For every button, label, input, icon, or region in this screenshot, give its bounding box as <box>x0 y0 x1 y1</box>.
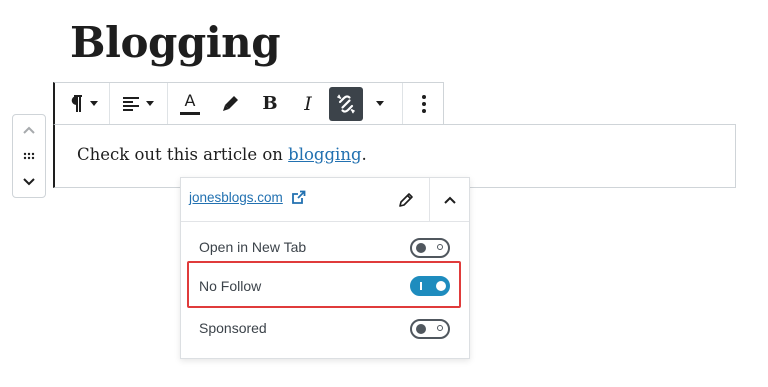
unlink-icon <box>337 94 355 113</box>
toggle-knob <box>416 243 426 253</box>
open-in-new-tab-toggle[interactable] <box>410 238 450 258</box>
more-vertical-icon <box>422 94 426 113</box>
external-link-icon[interactable] <box>291 190 306 205</box>
paragraph-icon <box>71 94 82 112</box>
block-options-button[interactable] <box>407 83 441 124</box>
chevron-up-icon <box>444 196 456 204</box>
paragraph-link[interactable]: blogging <box>288 145 361 164</box>
move-down-button[interactable] <box>13 169 45 195</box>
toggle-off-indicator <box>437 244 443 250</box>
highlight-button[interactable] <box>213 83 247 124</box>
no-follow-highlight-box <box>187 261 461 308</box>
drag-handle[interactable] <box>13 143 45 169</box>
edit-link-button[interactable] <box>395 189 417 211</box>
sponsored-label: Sponsored <box>199 320 267 336</box>
text-color-icon: A <box>184 90 196 110</box>
toggle-off-indicator <box>437 325 443 331</box>
unlink-active-bg <box>329 86 363 121</box>
highlighter-icon <box>223 95 238 111</box>
block-toolbar: A B I <box>53 82 444 125</box>
paragraph-text-after: . <box>361 145 367 164</box>
paragraph-text[interactable]: Check out this article on blogging. <box>77 145 367 164</box>
collapse-link-settings-button[interactable] <box>439 189 461 211</box>
caret-down-icon <box>376 100 384 106</box>
unlink-button[interactable] <box>328 83 364 124</box>
chevron-up-icon <box>23 126 35 134</box>
toggle-knob <box>416 324 426 334</box>
bold-button[interactable]: B <box>253 83 287 124</box>
drag-handle-icon <box>23 152 35 160</box>
move-up-button[interactable] <box>13 117 45 143</box>
header-divider <box>429 178 430 221</box>
bold-icon: B <box>262 93 278 114</box>
block-mover <box>12 114 46 198</box>
chevron-down-icon <box>23 178 35 186</box>
caret-down-icon <box>90 100 98 106</box>
caret-down-icon <box>146 100 154 106</box>
link-popover-header: jonesblogs.com <box>181 178 469 222</box>
text-color-button[interactable]: A <box>173 83 207 124</box>
text-color-swatch <box>180 111 200 115</box>
more-rich-text-button[interactable] <box>369 83 391 124</box>
pencil-icon <box>399 193 413 207</box>
paragraph-type-button[interactable] <box>59 83 107 124</box>
align-left-icon <box>123 96 139 111</box>
post-title[interactable]: Blogging <box>70 18 281 67</box>
link-url[interactable]: jonesblogs.com <box>189 190 283 205</box>
open-in-new-tab-label: Open in New Tab <box>199 239 307 255</box>
paragraph-text-before: Check out this article on <box>77 145 289 164</box>
italic-icon: I <box>304 92 312 115</box>
sponsored-toggle[interactable] <box>410 319 450 339</box>
italic-button[interactable]: I <box>291 83 325 124</box>
align-button[interactable] <box>113 83 163 124</box>
